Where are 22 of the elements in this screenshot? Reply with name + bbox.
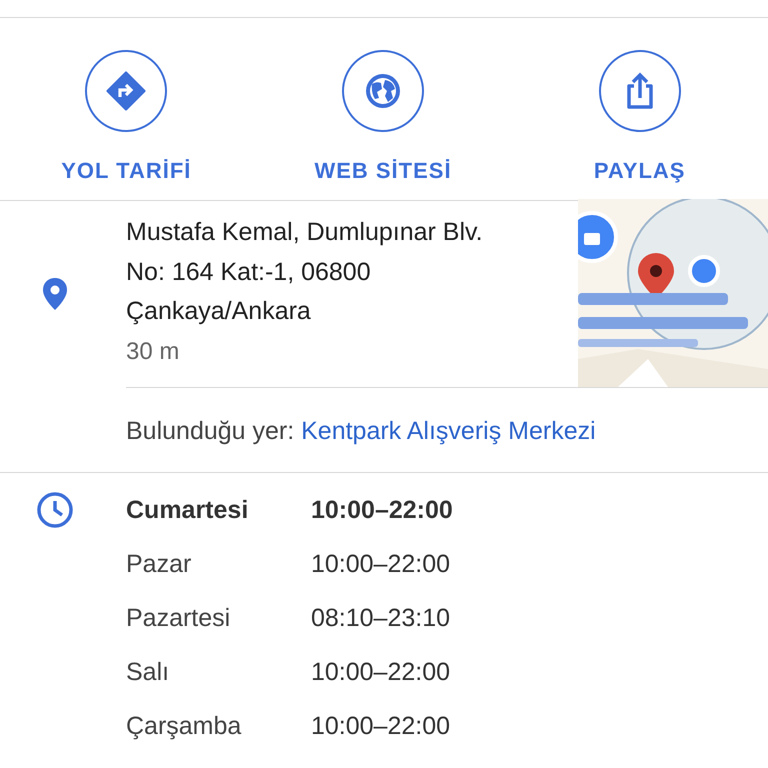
day-name: Salı — [126, 658, 170, 686]
directions-icon — [106, 71, 146, 111]
globe-icon — [363, 71, 403, 111]
location-pin-icon — [42, 277, 68, 311]
day-name: Cumartesi — [126, 496, 250, 524]
place-link[interactable]: Kentpark Alışveriş Merkezi — [301, 417, 596, 445]
day-name: Pazar — [126, 550, 192, 578]
action-button[interactable]: WEB SİTESİ — [254, 18, 512, 200]
address-line: Mustafa Kemal, Dumlupınar Blv. — [126, 217, 484, 248]
opening-hours: 08:10–23:10 — [311, 604, 450, 632]
day-name: Çarşamba — [126, 712, 242, 740]
located-in-text: Bulunduğu yer: Kentpark Alışveriş Merkezi — [125, 416, 597, 447]
clock-icon — [36, 491, 74, 529]
day-name: Pazartesi — [126, 604, 232, 632]
opening-hours: 10:00–22:00 — [311, 496, 453, 524]
action-button[interactable]: YOL TARİFİ — [0, 18, 255, 200]
opening-hours: 10:00–22:00 — [311, 658, 450, 686]
distance-text: 30 m — [126, 336, 180, 366]
opening-hours: 10:00–22:00 — [311, 550, 450, 578]
address-line: Çankaya/Ankara — [126, 296, 312, 327]
opening-hours: 10:00–22:00 — [311, 712, 450, 740]
address-line: No: 164 Kat:-1, 06800 — [126, 256, 372, 288]
